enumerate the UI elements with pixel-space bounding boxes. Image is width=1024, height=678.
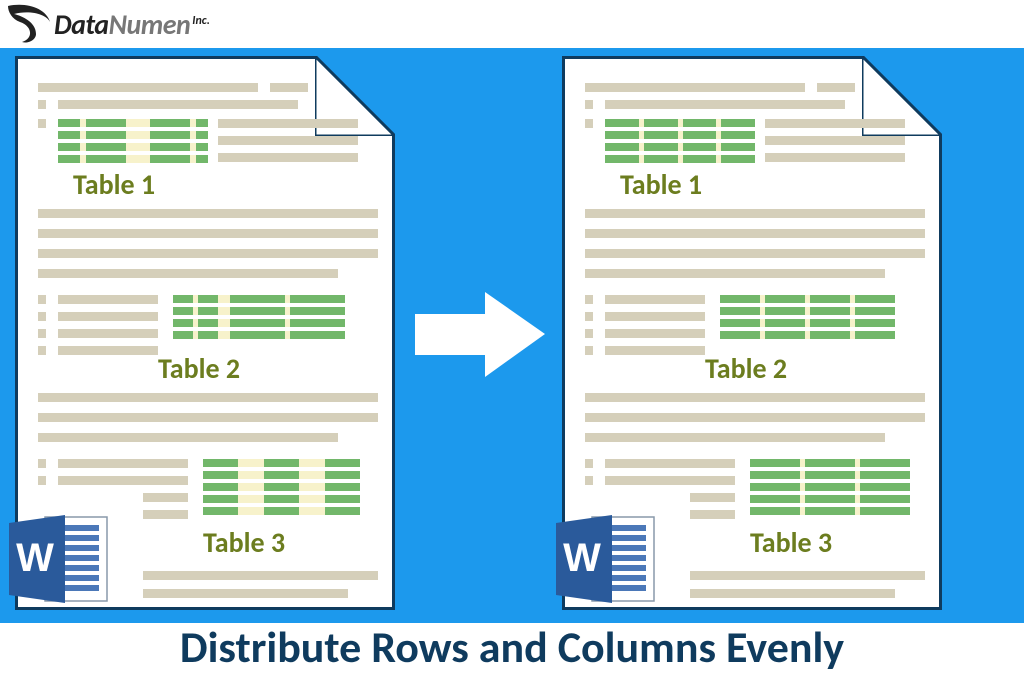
datanumen-logo: Data Numen Inc. bbox=[6, 4, 210, 44]
table-1-label-right: Table 1 bbox=[620, 167, 702, 202]
svg-text:W: W bbox=[16, 536, 54, 580]
table-uneven-1 bbox=[58, 119, 208, 163]
table-3-label-left: Table 3 bbox=[203, 525, 285, 560]
table-even-2 bbox=[720, 295, 895, 339]
table-2-label-left: Table 2 bbox=[158, 351, 240, 386]
logo-text-numen: Numen bbox=[109, 7, 191, 42]
table-1-label-left: Table 1 bbox=[73, 167, 155, 202]
table-uneven-3 bbox=[203, 459, 363, 515]
logo-text-data: Data bbox=[54, 7, 109, 42]
illustration-area: Table 1 Table 2 bbox=[0, 48, 1024, 623]
table-uneven-2 bbox=[173, 295, 348, 339]
arrow-right-icon bbox=[415, 292, 545, 377]
word-app-icon: W bbox=[552, 509, 662, 609]
caption-text: Distribute Rows and Columns Evenly bbox=[0, 616, 1024, 678]
logo-text-inc: Inc. bbox=[192, 14, 210, 28]
logo-text: Data Numen Inc. bbox=[54, 7, 210, 42]
word-app-icon: W bbox=[5, 509, 115, 609]
table-even-3 bbox=[750, 459, 910, 515]
table-2-label-right: Table 2 bbox=[705, 351, 787, 386]
logo-glyph-icon bbox=[6, 4, 52, 44]
table-even-1 bbox=[605, 119, 755, 163]
svg-text:W: W bbox=[563, 536, 601, 580]
table-3-label-right: Table 3 bbox=[750, 525, 832, 560]
